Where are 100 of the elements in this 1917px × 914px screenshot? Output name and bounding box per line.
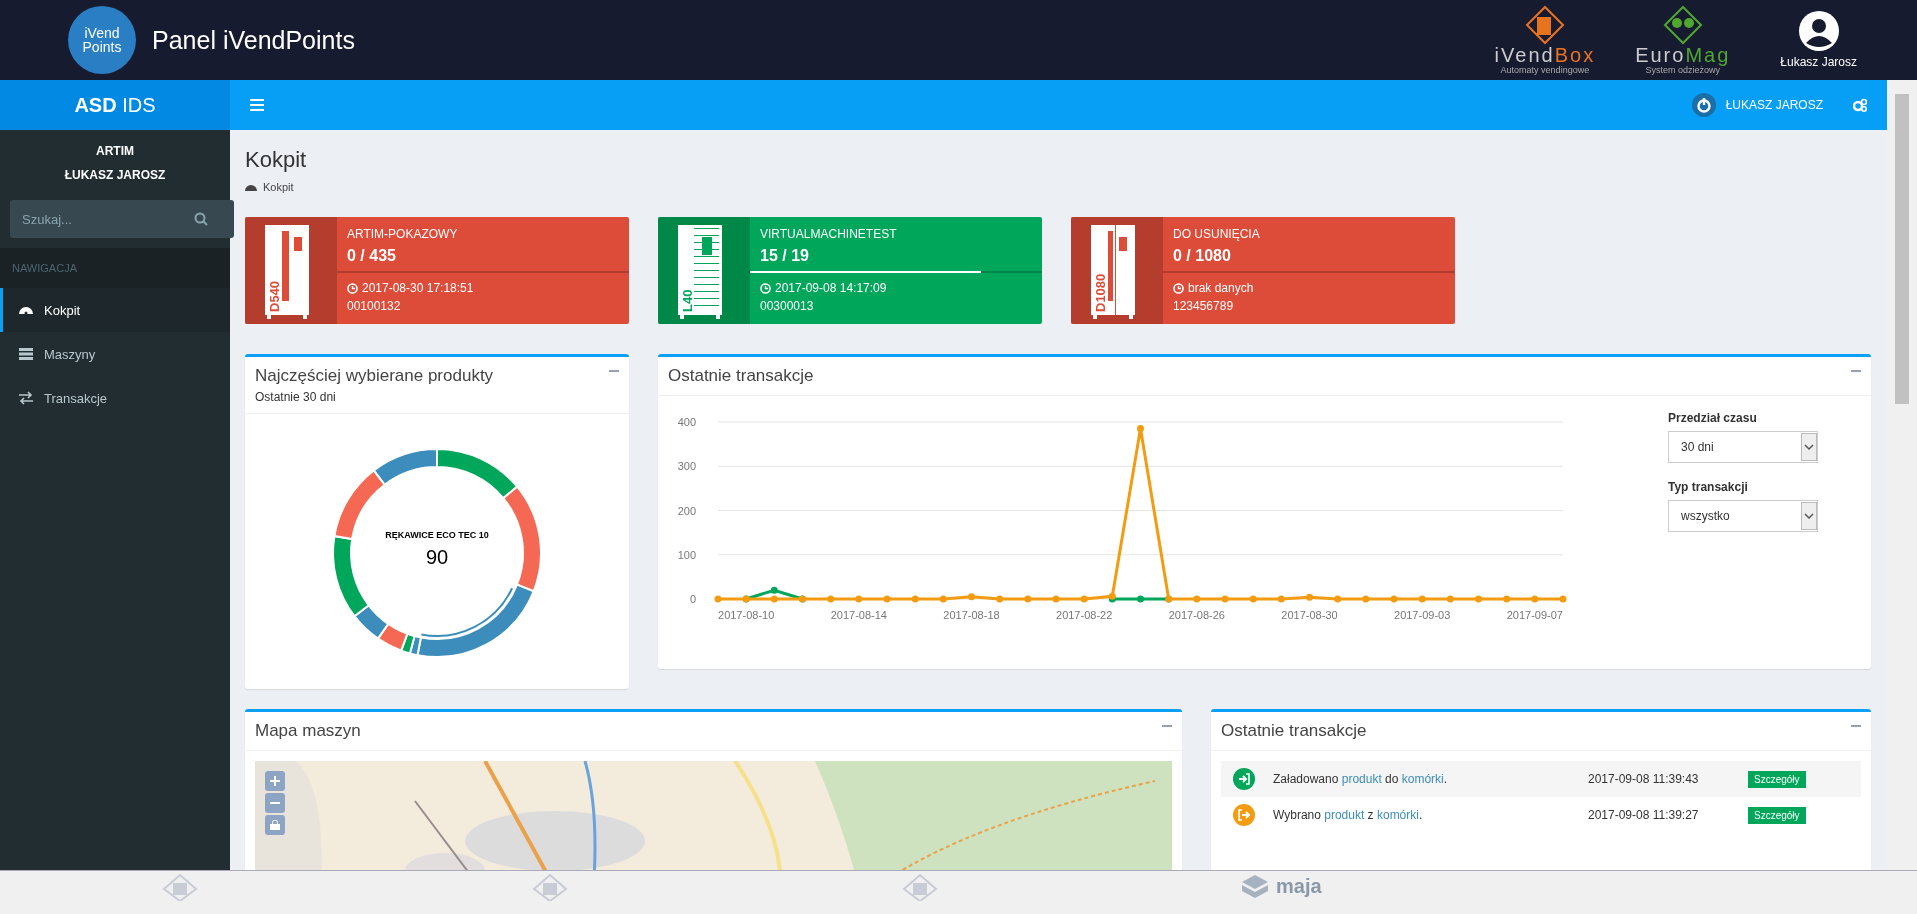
axis-label: 2017-09-07 [1506, 609, 1563, 621]
transaction-time: 2017-09-08 11:39:43 [1588, 772, 1700, 786]
dropdown[interactable]: 30 dni [1668, 431, 1818, 463]
machine-count: 0 / 1080 [1173, 247, 1232, 265]
clock-icon [1173, 282, 1184, 294]
machine-name: VIRTUALMACHINETEST [760, 227, 898, 241]
donut-center-label: RĘKAWICE ECO TEC 10 [384, 530, 490, 540]
panel-title: Ostatnie transakcje [668, 366, 815, 386]
nav-label: Maszyny [44, 346, 96, 362]
lock-icon [270, 820, 280, 830]
brand-name: maja [1276, 876, 1322, 896]
sidebar-brand[interactable]: ASD IDS [0, 80, 230, 130]
brand-name: iVendBox [1494, 45, 1596, 65]
machine-time: 2017-09-08 14:17:09 [775, 281, 887, 295]
dropdown[interactable]: wszystko [1668, 500, 1818, 532]
nav-header: NAWIGACJA [0, 248, 230, 288]
machine-count: 15 / 19 [760, 247, 810, 265]
vending-machine-icon [1091, 225, 1135, 319]
puzzle-logo-icon[interactable] [530, 871, 570, 901]
sign-in-icon [1233, 768, 1255, 790]
data-point [1137, 425, 1144, 433]
user-name[interactable]: Łukasz Jarosz [1780, 55, 1857, 69]
search-icon[interactable] [194, 212, 208, 226]
data-point [1503, 595, 1511, 603]
zoom-in-button[interactable] [265, 771, 285, 791]
nav-label: Kokpit [44, 302, 81, 318]
data-point [1390, 595, 1398, 603]
data-point [1559, 595, 1567, 603]
lock-button[interactable] [265, 815, 285, 835]
data-point [1024, 595, 1032, 603]
machine-count: 0 / 435 [347, 247, 397, 265]
machine-card[interactable]: L40 VIRTUALMACHINETEST 15 / 19 2017-09-08 14:17:09 00300013 [658, 217, 1042, 324]
details-button[interactable]: Szczegóły [1748, 770, 1806, 788]
arrows-icon [18, 390, 34, 406]
organization-name: ARTIM [96, 144, 134, 158]
panel-title: Mapa maszyn [255, 721, 362, 741]
link[interactable]: produkt [1341, 772, 1382, 786]
nav-label: Transakcje [44, 390, 108, 406]
sign-out-icon [1233, 804, 1255, 826]
nav-item[interactable]: Kokpit [0, 288, 230, 332]
data-point [996, 595, 1004, 603]
axis-label: 2017-08-18 [943, 609, 1000, 621]
caret-icon [1801, 502, 1817, 530]
data-point [1080, 595, 1088, 603]
axis-label: 100 [677, 548, 696, 561]
search-field[interactable]: Szukaj... [10, 200, 234, 238]
menu-icon[interactable] [250, 99, 264, 111]
breadcrumb-item[interactable]: Kokpit [263, 181, 294, 193]
axis-label: 2017-08-30 [1281, 609, 1338, 621]
panel-title: Ostatnie transakcje [1221, 721, 1368, 741]
page-title: Kokpit [245, 147, 308, 173]
model-label: D540 [267, 280, 282, 312]
axis-label: 300 [677, 460, 696, 473]
axis-label: 2017-08-26 [1168, 609, 1225, 621]
machine-code: 00300013 [760, 299, 815, 313]
data-point [714, 595, 722, 603]
data-point [1418, 595, 1426, 603]
data-point [827, 595, 835, 603]
zoom-out-button[interactable] [265, 793, 285, 813]
data-point [1446, 595, 1454, 603]
tagline: Automaty vendingowe [1500, 65, 1590, 75]
settings-icon[interactable] [1853, 98, 1867, 112]
machine-code: 00100132 [347, 299, 402, 313]
puzzle-logo-icon [1663, 5, 1703, 45]
filter-label: Przedział czasu [1668, 411, 1758, 425]
details-button[interactable]: Szczegóły [1748, 806, 1806, 824]
puzzle-logo-icon[interactable] [900, 871, 940, 901]
link[interactable]: komórki [1401, 772, 1444, 786]
clock-icon [760, 282, 771, 294]
panel-title: Najczęściej wybierane produkty [255, 366, 495, 386]
machine-card[interactable]: D540 ARTIM-POKAZOWY 0 / 435 2017-08-30 17:18:51 00100132 [245, 217, 629, 324]
scrollbar[interactable] [1887, 80, 1917, 870]
server-icon [18, 346, 34, 362]
link[interactable]: komórki [1376, 808, 1419, 822]
data-point [1306, 593, 1313, 601]
data-point [883, 595, 891, 603]
brand-name: EuroMag [1635, 45, 1731, 65]
axis-label: 2017-09-03 [1394, 609, 1451, 621]
user-menu[interactable]: ŁUKASZ JAROSZ [1725, 98, 1823, 112]
data-point [1193, 595, 1201, 603]
vending-machine-icon [265, 225, 309, 319]
nav-item[interactable]: Maszyny [0, 332, 230, 376]
axis-label: 0 [689, 593, 696, 605]
avatar-icon[interactable] [1798, 11, 1839, 51]
nav-item[interactable]: Transakcje [0, 376, 230, 420]
link[interactable]: produkt [1324, 808, 1365, 822]
puzzle-logo-icon[interactable] [160, 871, 200, 901]
data-point [1334, 595, 1342, 603]
logo-text: Points [82, 40, 122, 54]
axis-label: 200 [677, 504, 696, 517]
vending-machine-icon [678, 225, 722, 319]
app-title: Panel iVendPoints [152, 25, 355, 55]
power-icon[interactable] [1691, 93, 1716, 117]
data-point [968, 593, 975, 601]
plus-icon [270, 776, 280, 786]
data-point [1362, 595, 1370, 603]
puzzle-logo-icon [1525, 5, 1565, 45]
machine-card[interactable]: D1080 DO USUNIĘCIA 0 / 1080 brak danych 123456789 [1071, 217, 1455, 324]
data-point [1531, 595, 1539, 603]
panel-subtitle: Ostatnie 30 dni [255, 390, 337, 404]
